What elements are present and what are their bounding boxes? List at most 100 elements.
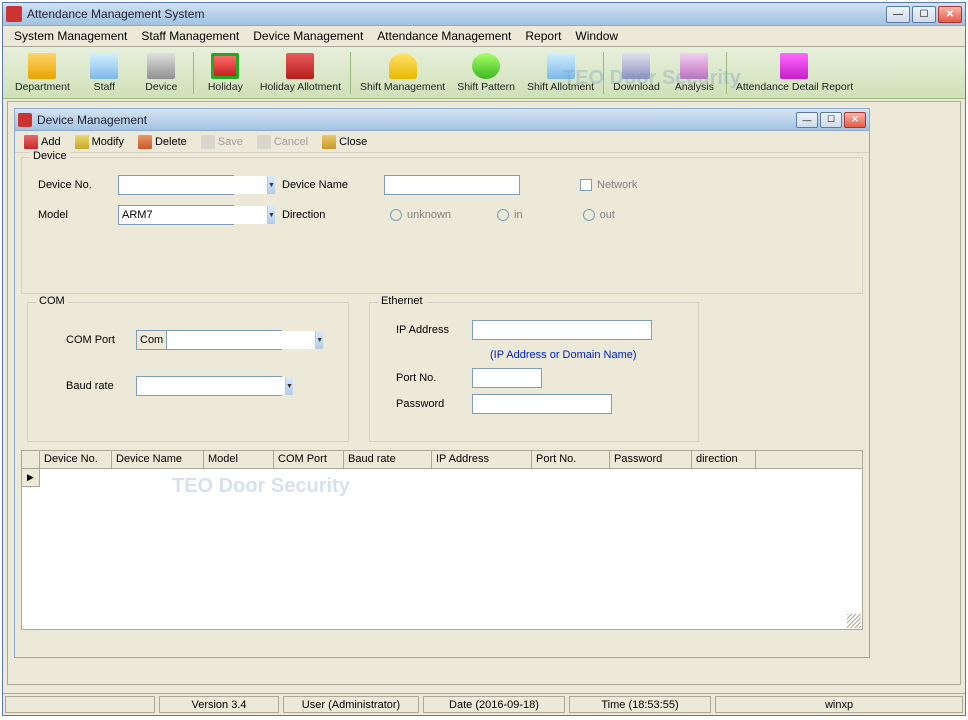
main-minimize-button[interactable]: — xyxy=(886,6,910,23)
menu-attendance[interactable]: Attendance Management xyxy=(370,27,518,45)
direction-out-radio[interactable]: out xyxy=(583,209,615,221)
tool-holiday-allotment[interactable]: Holiday Allotment xyxy=(255,49,346,97)
ip-address-input[interactable] xyxy=(472,320,652,340)
menu-device[interactable]: Device Management xyxy=(246,27,370,45)
tool-staff[interactable]: Staff xyxy=(77,49,132,97)
mdi-area: Device Management — ☐ ✕ Add Modify Delet… xyxy=(7,101,961,685)
status-version: Version 3.4 xyxy=(159,696,279,713)
device-no-combo[interactable]: ▼ xyxy=(118,175,234,195)
tool-holiday[interactable]: Holiday xyxy=(198,49,253,97)
app-icon xyxy=(6,6,22,22)
staff-icon xyxy=(90,53,118,79)
direction-in-radio[interactable]: in xyxy=(497,209,523,221)
password-input[interactable] xyxy=(472,394,612,414)
close-button[interactable]: Close xyxy=(317,133,372,151)
grid-col-password[interactable]: Password xyxy=(610,451,692,468)
close-icon xyxy=(322,135,336,149)
app-title: Attendance Management System xyxy=(27,7,886,21)
tool-device[interactable]: Device xyxy=(134,49,189,97)
delete-button[interactable]: Delete xyxy=(133,133,192,151)
grid-col-device-no[interactable]: Device No. xyxy=(40,451,112,468)
port-no-input[interactable] xyxy=(472,368,542,388)
child-minimize-button[interactable]: — xyxy=(796,112,818,128)
cancel-button: Cancel xyxy=(252,133,313,151)
com-group-label: COM xyxy=(36,295,68,307)
grid-col-ip-address[interactable]: IP Address xyxy=(432,451,532,468)
cancel-icon xyxy=(257,135,271,149)
toolbar-separator xyxy=(603,52,604,94)
device-grid[interactable]: Device No. Device Name Model COM Port Ba… xyxy=(21,450,863,630)
password-label: Password xyxy=(378,398,472,410)
tool-shift-management[interactable]: Shift Management xyxy=(355,49,450,97)
com-port-input[interactable] xyxy=(167,331,315,349)
dropdown-arrow-icon[interactable]: ▼ xyxy=(315,331,323,349)
device-no-input[interactable] xyxy=(119,176,267,194)
com-port-combo[interactable]: Com ▼ xyxy=(136,330,282,350)
menu-report[interactable]: Report xyxy=(518,27,568,45)
main-close-button[interactable]: ✕ xyxy=(938,6,962,23)
status-time: Time (18:53:55) xyxy=(569,696,711,713)
grid-col-baud-rate[interactable]: Baud rate xyxy=(344,451,432,468)
main-maximize-button[interactable]: ☐ xyxy=(912,6,936,23)
child-close-button[interactable]: ✕ xyxy=(844,112,866,128)
model-input[interactable] xyxy=(119,206,267,224)
baud-rate-input[interactable] xyxy=(137,377,285,395)
resize-grip-icon[interactable] xyxy=(847,614,861,628)
port-no-label: Port No. xyxy=(378,372,472,384)
modify-button[interactable]: Modify xyxy=(70,133,129,151)
ip-address-label: IP Address xyxy=(378,324,472,336)
grid-col-device-name[interactable]: Device Name xyxy=(112,451,204,468)
model-combo[interactable]: ▼ xyxy=(118,205,234,225)
model-label: Model xyxy=(30,209,118,221)
tool-attendance-report[interactable]: Attendance Detail Report xyxy=(731,49,858,97)
network-checkbox[interactable] xyxy=(580,179,592,191)
status-date: Date (2016-09-18) xyxy=(423,696,565,713)
grid-col-direction[interactable]: direction xyxy=(692,451,756,468)
analysis-icon xyxy=(680,53,708,79)
add-icon xyxy=(24,135,38,149)
child-title: Device Management xyxy=(37,113,796,127)
shift-allotment-icon xyxy=(547,53,575,79)
main-window: Attendance Management System — ☐ ✕ Syste… xyxy=(2,2,966,716)
device-group-label: Device xyxy=(30,150,70,162)
save-button: Save xyxy=(196,133,248,151)
direction-unknown-radio[interactable]: unknown xyxy=(390,209,451,221)
watermark: TEO Door Security xyxy=(172,475,350,498)
tool-shift-allotment[interactable]: Shift Allotment xyxy=(522,49,599,97)
statusbar: Version 3.4 User (Administrator) Date (2… xyxy=(3,693,965,715)
grid-col-com-port[interactable]: COM Port xyxy=(274,451,344,468)
child-titlebar: Device Management — ☐ ✕ xyxy=(15,109,869,131)
menu-window[interactable]: Window xyxy=(568,27,625,45)
com-port-label: COM Port xyxy=(36,334,136,346)
tool-department[interactable]: Department xyxy=(10,49,75,97)
device-name-label: Device Name xyxy=(274,179,384,191)
com-group: COM COM Port Com ▼ Baud rate ▼ xyxy=(27,302,349,442)
child-maximize-button[interactable]: ☐ xyxy=(820,112,842,128)
grid-col-model[interactable]: Model xyxy=(204,451,274,468)
baud-rate-combo[interactable]: ▼ xyxy=(136,376,282,396)
holiday-allotment-icon xyxy=(286,53,314,79)
device-name-input[interactable] xyxy=(384,175,520,195)
child-toolbar: Add Modify Delete Save Cancel Close xyxy=(15,131,869,153)
grid-col-port-no[interactable]: Port No. xyxy=(532,451,610,468)
tool-download[interactable]: Download xyxy=(608,49,665,97)
toolbar-separator xyxy=(350,52,351,94)
dropdown-arrow-icon[interactable]: ▼ xyxy=(285,377,293,395)
shift-management-icon xyxy=(389,53,417,79)
add-button[interactable]: Add xyxy=(19,133,66,151)
menubar: System Management Staff Management Devic… xyxy=(3,26,965,47)
network-checkbox-wrap[interactable]: Network xyxy=(580,179,637,191)
menu-system[interactable]: System Management xyxy=(7,27,134,45)
toolbar-separator xyxy=(193,52,194,94)
toolbar-separator xyxy=(726,52,727,94)
baud-rate-label: Baud rate xyxy=(36,380,136,392)
status-spacer xyxy=(5,696,155,713)
direction-label: Direction xyxy=(274,209,384,221)
tool-analysis[interactable]: Analysis xyxy=(667,49,722,97)
report-icon xyxy=(780,53,808,79)
tool-shift-pattern[interactable]: Shift Pattern xyxy=(452,49,520,97)
holiday-icon xyxy=(211,53,239,79)
menu-staff[interactable]: Staff Management xyxy=(134,27,246,45)
save-icon xyxy=(201,135,215,149)
download-icon xyxy=(622,53,650,79)
